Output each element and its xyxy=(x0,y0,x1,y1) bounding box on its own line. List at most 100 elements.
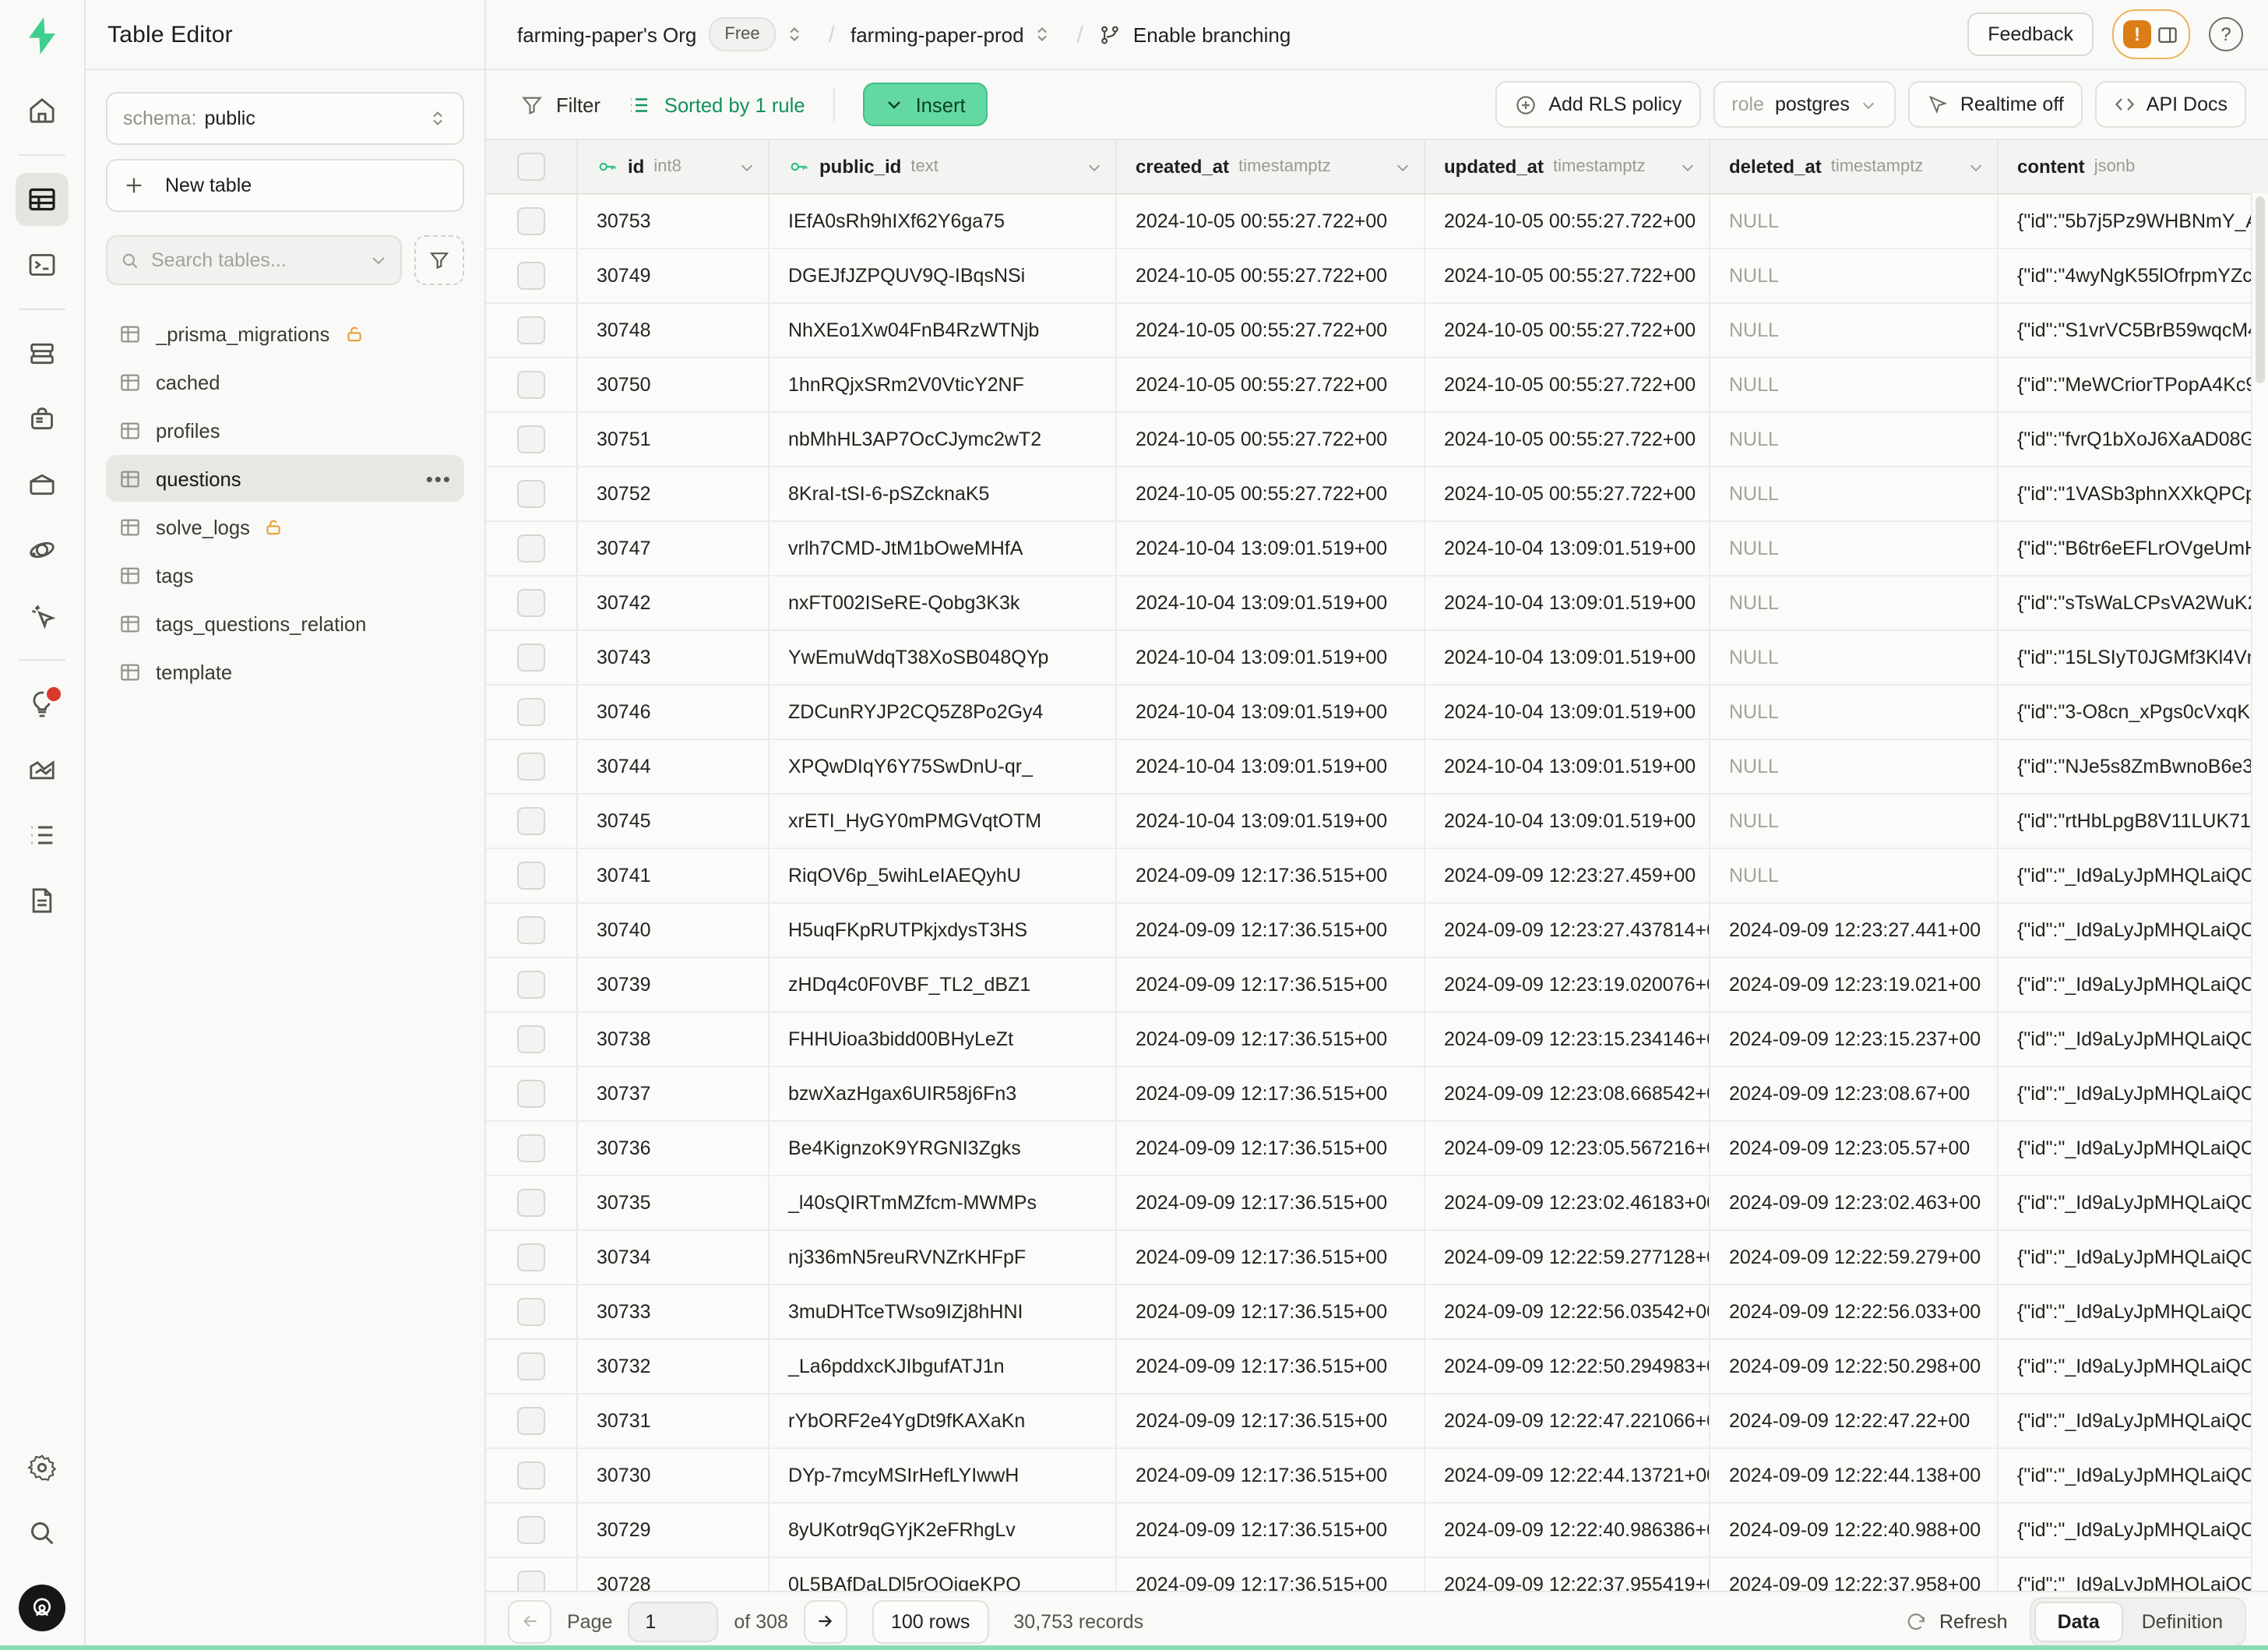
row-checkbox[interactable] xyxy=(517,371,545,399)
cell-content[interactable]: {"id":"_Id9aLyJpMHQLaiQC xyxy=(1999,904,2268,957)
cell-deleted_at[interactable]: 2024-09-09 12:23:15.237+00 xyxy=(1710,1013,1999,1066)
cell-created_at[interactable]: 2024-09-09 12:17:36.515+00 xyxy=(1117,849,1425,902)
cell-public_id[interactable]: YwEmuWdqT38XoSB048QYp xyxy=(770,631,1117,684)
cell-public_id[interactable]: rYbORF2e4YgDt9fKAXaKn xyxy=(770,1394,1117,1447)
cell-updated_at[interactable]: 2024-10-05 00:55:27.722+00 xyxy=(1425,195,1710,248)
cell-updated_at[interactable]: 2024-09-09 12:23:05.567216+00 xyxy=(1425,1122,1710,1175)
cell-created_at[interactable]: 2024-10-05 00:55:27.722+00 xyxy=(1117,249,1425,302)
cell-updated_at[interactable]: 2024-09-09 12:23:02.46183+00 xyxy=(1425,1176,1710,1229)
row-checkbox[interactable] xyxy=(517,1243,545,1271)
cell-deleted_at[interactable]: NULL xyxy=(1710,304,1999,357)
sidebar-table-item[interactable]: solve_logs xyxy=(106,503,464,550)
column-header[interactable]: id int8 xyxy=(578,140,770,193)
column-header[interactable]: updated_at timestamptz xyxy=(1425,140,1710,193)
org-name[interactable]: farming-paper's Org xyxy=(517,23,696,46)
cell-deleted_at[interactable]: 2024-09-09 12:23:05.57+00 xyxy=(1710,1122,1999,1175)
column-header[interactable]: created_at timestamptz xyxy=(1117,140,1425,193)
table-editor-icon[interactable] xyxy=(16,173,69,226)
cell-public_id[interactable]: DYp-7mcyMSIrHefLYIwwH xyxy=(770,1449,1117,1502)
cell-content[interactable]: {"id":"rtHbLpgB8V11LUK7152 xyxy=(1999,795,2268,848)
cell-updated_at[interactable]: 2024-10-04 13:09:01.519+00 xyxy=(1425,795,1710,848)
cell-updated_at[interactable]: 2024-10-04 13:09:01.519+00 xyxy=(1425,686,1710,739)
storage-icon[interactable] xyxy=(16,458,69,511)
logs-icon[interactable] xyxy=(16,809,69,862)
sql-editor-icon[interactable] xyxy=(16,238,69,291)
cell-deleted_at[interactable]: NULL xyxy=(1710,849,1999,902)
cell-content[interactable]: {"id":"_Id9aLyJpMHQLaiQC xyxy=(1999,1122,2268,1175)
insert-button[interactable]: Insert xyxy=(863,83,988,126)
cell-created_at[interactable]: 2024-09-09 12:17:36.515+00 xyxy=(1117,1340,1425,1393)
cell-updated_at[interactable]: 2024-10-04 13:09:01.519+00 xyxy=(1425,740,1710,793)
refresh-button[interactable]: Refresh xyxy=(1905,1610,2008,1632)
sidebar-table-item[interactable]: questions ••• xyxy=(106,455,464,502)
next-page-button[interactable] xyxy=(804,1599,847,1643)
cell-content[interactable]: {"id":"B6tr6eEFLrOVgeUmH xyxy=(1999,522,2268,575)
cell-deleted_at[interactable]: NULL xyxy=(1710,358,1999,411)
schema-select[interactable]: schema: public xyxy=(106,92,464,145)
cell-updated_at[interactable]: 2024-09-09 12:22:37.955419+00 xyxy=(1425,1558,1710,1591)
cell-content[interactable]: {"id":"_Id9aLyJpMHQLaiQC xyxy=(1999,849,2268,902)
cell-public_id[interactable]: IEfA0sRh9hIXf62Y6ga75 xyxy=(770,195,1117,248)
cell-created_at[interactable]: 2024-09-09 12:17:36.515+00 xyxy=(1117,904,1425,957)
cell-content[interactable]: {"id":"_Id9aLyJpMHQLaiQC xyxy=(1999,1504,2268,1557)
row-checkbox[interactable] xyxy=(517,1352,545,1380)
cell-created_at[interactable]: 2024-10-04 13:09:01.519+00 xyxy=(1117,576,1425,629)
new-table-button[interactable]: New table xyxy=(106,159,464,212)
row-checkbox[interactable] xyxy=(517,1571,545,1591)
cell-updated_at[interactable]: 2024-10-04 13:09:01.519+00 xyxy=(1425,631,1710,684)
cell-id[interactable]: 30750 xyxy=(578,358,770,411)
tab-data[interactable]: Data xyxy=(2034,1601,2123,1641)
cell-id[interactable]: 30729 xyxy=(578,1504,770,1557)
api-docs-button[interactable]: API Docs xyxy=(2095,81,2246,128)
cell-updated_at[interactable]: 2024-10-05 00:55:27.722+00 xyxy=(1425,413,1710,466)
sidebar-table-item[interactable]: template xyxy=(106,648,464,695)
cell-content[interactable]: {"id":"_Id9aLyJpMHQLaiQC xyxy=(1999,1340,2268,1393)
cell-created_at[interactable]: 2024-09-09 12:17:36.515+00 xyxy=(1117,1067,1425,1120)
cell-public_id[interactable]: 1hnRQjxSRm2V0VticY2NF xyxy=(770,358,1117,411)
cell-updated_at[interactable]: 2024-09-09 12:22:40.986386+00 xyxy=(1425,1504,1710,1557)
cell-created_at[interactable]: 2024-09-09 12:17:36.515+00 xyxy=(1117,1122,1425,1175)
row-checkbox[interactable] xyxy=(517,316,545,344)
search-icon[interactable] xyxy=(16,1507,69,1560)
cell-id[interactable]: 30731 xyxy=(578,1394,770,1447)
sort-button[interactable]: Sorted by 1 rule xyxy=(629,93,805,116)
advisors-icon[interactable] xyxy=(16,678,69,731)
cell-content[interactable]: {"id":"_Id9aLyJpMHQLaiQC xyxy=(1999,1231,2268,1284)
sidebar-table-item[interactable]: cached xyxy=(106,358,464,405)
cell-created_at[interactable]: 2024-09-09 12:17:36.515+00 xyxy=(1117,1558,1425,1591)
reports-icon[interactable] xyxy=(16,743,69,796)
cell-id[interactable]: 30736 xyxy=(578,1122,770,1175)
vertical-scrollbar[interactable] xyxy=(2251,193,2268,1591)
cell-deleted_at[interactable]: NULL xyxy=(1710,522,1999,575)
realtime-icon[interactable] xyxy=(16,589,69,642)
cell-id[interactable]: 30739 xyxy=(578,958,770,1011)
database-icon[interactable] xyxy=(16,327,69,380)
tab-definition[interactable]: Definition xyxy=(2123,1602,2242,1640)
cell-content[interactable]: {"id":"NJe5s8ZmBwnoB6e3s xyxy=(1999,740,2268,793)
cell-content[interactable]: {"id":"_Id9aLyJpMHQLaiQC xyxy=(1999,1067,2268,1120)
cell-updated_at[interactable]: 2024-10-04 13:09:01.519+00 xyxy=(1425,576,1710,629)
cell-created_at[interactable]: 2024-10-05 00:55:27.722+00 xyxy=(1117,467,1425,520)
cell-id[interactable]: 30741 xyxy=(578,849,770,902)
cell-id[interactable]: 30752 xyxy=(578,467,770,520)
cell-deleted_at[interactable]: 2024-09-09 12:22:59.279+00 xyxy=(1710,1231,1999,1284)
cell-updated_at[interactable]: 2024-10-05 00:55:27.722+00 xyxy=(1425,304,1710,357)
home-icon[interactable] xyxy=(16,84,69,137)
cell-deleted_at[interactable]: NULL xyxy=(1710,576,1999,629)
cell-public_id[interactable]: nbMhHL3AP7OcCJymc2wT2 xyxy=(770,413,1117,466)
cell-public_id[interactable]: _l40sQIRTmMZfcm-MWMPs xyxy=(770,1176,1117,1229)
sidebar-table-item[interactable]: profiles xyxy=(106,407,464,453)
cell-deleted_at[interactable]: 2024-09-09 12:22:47.22+00 xyxy=(1710,1394,1999,1447)
row-checkbox[interactable] xyxy=(517,807,545,835)
row-checkbox[interactable] xyxy=(517,1080,545,1108)
project-switcher-icon[interactable] xyxy=(1034,25,1052,44)
row-checkbox[interactable] xyxy=(517,1134,545,1162)
row-checkbox[interactable] xyxy=(517,971,545,999)
cell-updated_at[interactable]: 2024-10-05 00:55:27.722+00 xyxy=(1425,249,1710,302)
cell-public_id[interactable]: DGEJfJZPQUV9Q-IBqsNSi xyxy=(770,249,1117,302)
table-filter-button[interactable] xyxy=(414,235,464,285)
row-checkbox[interactable] xyxy=(517,643,545,672)
cell-public_id[interactable]: 8KraI-tSI-6-pSZcknaK5 xyxy=(770,467,1117,520)
row-checkbox[interactable] xyxy=(517,480,545,508)
row-checkbox[interactable] xyxy=(517,207,545,235)
